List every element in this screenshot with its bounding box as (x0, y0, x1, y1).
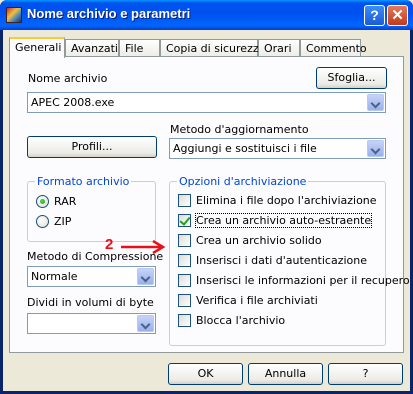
help-button[interactable]: ? (328, 363, 403, 385)
profiles-button[interactable]: Profili... (27, 136, 157, 158)
annotation-number: 2 (105, 236, 114, 253)
archive-format-group: Formato archivio RAR ZIP (27, 175, 156, 242)
archive-name-value: APEC 2008.exe (31, 96, 115, 109)
solid-archive-checkbox[interactable] (178, 234, 191, 247)
ok-button[interactable]: OK (168, 363, 243, 385)
update-method-select[interactable]: Aggiungi e sostituisci i file (169, 138, 386, 159)
chevron-down-icon[interactable] (137, 268, 154, 285)
archive-format-title: Formato archivio (35, 175, 132, 188)
chevron-down-icon[interactable] (367, 94, 384, 111)
recovery-record-label: Inserisci le informazioni per il recuper… (196, 274, 410, 287)
general-tab-panel: Nome archivio Sfoglia... APEC 2008.exe P… (9, 56, 410, 353)
cancel-button[interactable]: Annulla (248, 363, 323, 385)
tab-orari[interactable]: Orari (258, 39, 300, 57)
delete-after-archiving-label: Elimina i file dopo l'archiviazione (196, 194, 377, 207)
rar-radio-label[interactable]: RAR (54, 195, 76, 208)
archive-options-title: Opzioni d'archiviazione (177, 175, 309, 188)
compression-select[interactable]: Normale (27, 266, 156, 287)
authenticity-info-checkbox[interactable] (178, 254, 191, 267)
tab-commento[interactable]: Commento (300, 39, 367, 57)
window-title: Nome archivio e parametri (27, 6, 191, 21)
title-close-button[interactable]: ✕ (387, 5, 408, 26)
red-arrow-icon (121, 240, 166, 254)
archive-name-combo[interactable]: APEC 2008.exe (27, 92, 386, 113)
title-help-button[interactable]: ? (364, 5, 385, 26)
dialog-client-area: Generali Avanzati File Copia di sicurezz… (3, 30, 410, 391)
archive-name-label: Nome archivio (28, 72, 108, 85)
dialog-window: Nome archivio e parametri ? ✕ Generali A… (0, 0, 413, 394)
split-volumes-combo[interactable] (27, 313, 156, 334)
browse-button[interactable]: Sfoglia... (316, 67, 387, 89)
chevron-down-icon[interactable] (367, 140, 384, 157)
zip-radio[interactable] (36, 215, 49, 228)
self-extracting-label: Crea un archivio auto-estraente (194, 213, 373, 228)
update-method-value: Aggiungi e sostituisci i file (173, 142, 317, 155)
update-method-label: Metodo d'aggiornamento (170, 123, 309, 136)
tab-copia-di-sicurezza[interactable]: Copia di sicurezza (160, 39, 265, 57)
lock-archive-label: Blocca l'archivio (196, 314, 286, 327)
split-volumes-label: Dividi in volumi di byte (27, 296, 154, 309)
tab-avanzati[interactable]: Avanzati (65, 39, 119, 57)
rar-radio[interactable] (36, 195, 49, 208)
delete-after-archiving-checkbox[interactable] (178, 194, 191, 207)
tab-file[interactable]: File (119, 39, 160, 57)
title-bar[interactable]: Nome archivio e parametri ? ✕ (0, 0, 413, 30)
self-extracting-checkbox[interactable] (178, 214, 191, 227)
recovery-record-checkbox[interactable] (178, 274, 191, 287)
tab-generali[interactable]: Generali (9, 37, 65, 58)
chevron-down-icon[interactable] (137, 315, 154, 332)
test-archived-files-checkbox[interactable] (178, 294, 191, 307)
winrar-app-icon (6, 7, 22, 23)
solid-archive-label: Crea un archivio solido (196, 234, 322, 247)
archive-options-group: Opzioni d'archiviazione Elimina i file d… (169, 175, 410, 346)
lock-archive-checkbox[interactable] (178, 314, 191, 327)
test-archived-files-label: Verifica i file archiviati (196, 294, 318, 307)
compression-value: Normale (31, 270, 78, 283)
authenticity-info-label: Inserisci i dati d'autenticazione (196, 254, 367, 267)
zip-radio-label[interactable]: ZIP (54, 215, 71, 228)
